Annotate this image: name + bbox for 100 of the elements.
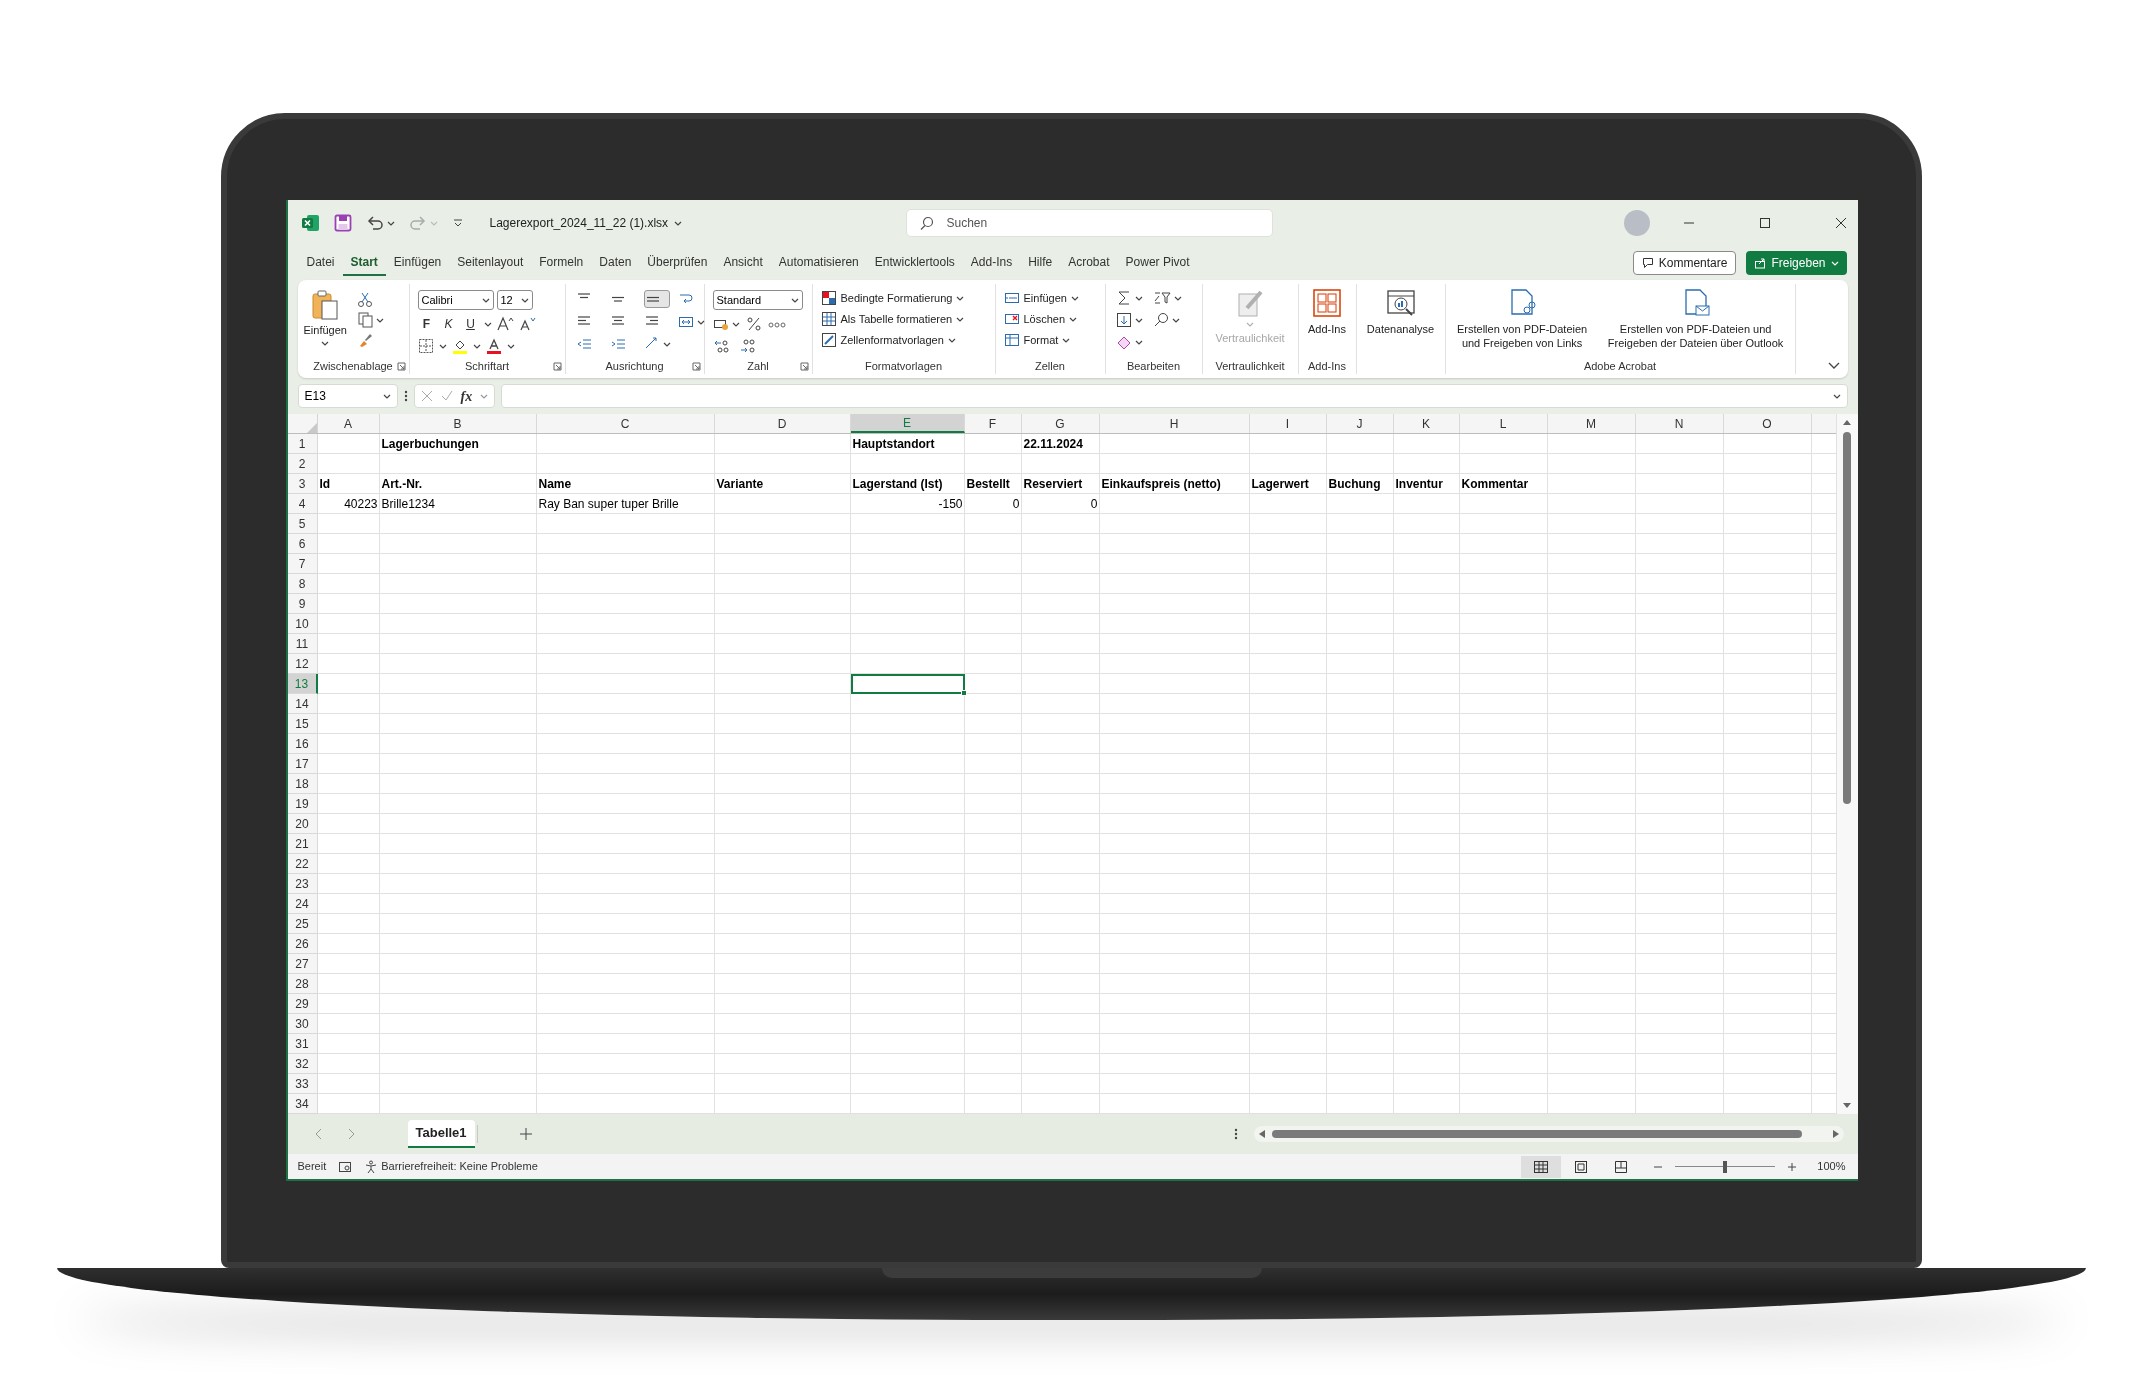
ribbon-tab[interactable]: Automatisieren	[770, 250, 867, 276]
column-header[interactable]: N	[1635, 414, 1724, 433]
normal-view-icon[interactable]	[1521, 1155, 1562, 1178]
row-number[interactable]: 6	[287, 534, 318, 554]
vertical-scrollbar[interactable]	[1835, 414, 1858, 1114]
search-field[interactable]: Suchen	[905, 209, 1273, 237]
decrease-font-icon[interactable]	[517, 316, 536, 332]
column-header[interactable]: A	[317, 414, 380, 433]
ribbon-tab[interactable]: Seitenlayout	[449, 250, 532, 276]
increase-decimal-icon[interactable]	[712, 338, 731, 354]
column-header[interactable]: J	[1326, 414, 1394, 433]
font-size-dropdown[interactable]: 12	[496, 290, 533, 310]
row-number[interactable]: 12	[287, 654, 318, 674]
paste-button[interactable]: Einfügen	[303, 290, 347, 346]
ribbon-tab[interactable]: Einfügen	[385, 250, 450, 276]
create-pdf-button[interactable]: Erstellen von PDF-Dateien und Freigeben von Links	[1449, 288, 1595, 350]
row-number[interactable]: 34	[287, 1094, 318, 1114]
undo-icon[interactable]	[365, 214, 384, 232]
accessibility-icon[interactable]	[364, 1159, 379, 1174]
column-header[interactable]: D	[714, 414, 851, 433]
row-number[interactable]: 2	[287, 454, 318, 474]
data-analysis-button[interactable]: Datenanalyse	[1366, 288, 1435, 336]
row-number[interactable]: 30	[287, 1014, 318, 1034]
eraser-icon[interactable]	[1115, 334, 1132, 350]
row-number[interactable]: 15	[287, 714, 318, 734]
cell-styles-button[interactable]: Zellenformatvorlagen	[820, 331, 995, 349]
conditional-formatting-button[interactable]: Bedingte Formatierung	[820, 289, 995, 307]
underline-button[interactable]: U	[461, 315, 480, 333]
column-header[interactable]: G	[1021, 414, 1100, 433]
scroll-up-icon[interactable]	[1842, 418, 1852, 426]
selected-cell[interactable]	[850, 674, 965, 694]
scroll-left-icon[interactable]	[1257, 1129, 1266, 1139]
more-options-icon[interactable]	[403, 389, 408, 403]
row-number[interactable]: 9	[287, 594, 318, 614]
column-header[interactable]: M	[1547, 414, 1636, 433]
number-format-dropdown[interactable]: Standard	[712, 290, 803, 310]
fill-down-icon[interactable]	[1115, 312, 1132, 328]
maximize-icon[interactable]	[1757, 216, 1772, 230]
close-icon[interactable]	[1833, 216, 1848, 230]
ribbon-tab[interactable]: Entwicklertools	[866, 250, 963, 276]
delete-button[interactable]: Löschen	[1003, 310, 1105, 328]
column-header[interactable]: C	[536, 414, 715, 433]
zoom-level[interactable]: 100%	[1817, 1158, 1846, 1175]
fill-color-icon[interactable]	[451, 338, 468, 354]
row-number[interactable]: 32	[287, 1054, 318, 1074]
row-number[interactable]: 29	[287, 994, 318, 1014]
row-number[interactable]: 19	[287, 794, 318, 814]
row-number[interactable]: 3	[287, 474, 318, 494]
column-header[interactable]: B	[379, 414, 537, 433]
ribbon-tab[interactable]: Power Pivot	[1117, 250, 1198, 276]
row-number[interactable]: 33	[287, 1074, 318, 1094]
row-number[interactable]: 22	[287, 854, 318, 874]
ribbon-tab[interactable]: Acrobat	[1060, 250, 1118, 276]
sort-filter-icon[interactable]	[1152, 290, 1171, 306]
row-number[interactable]: 26	[287, 934, 318, 954]
sheet-tab[interactable]: Tabelle1	[407, 1120, 475, 1148]
more-options-icon[interactable]	[1233, 1127, 1238, 1141]
zoom-slider[interactable]	[1675, 1160, 1776, 1173]
scroll-right-icon[interactable]	[1831, 1129, 1840, 1139]
scrollbar-thumb[interactable]	[1843, 432, 1851, 804]
row-number[interactable]: 5	[287, 514, 318, 534]
scissors-icon[interactable]	[356, 292, 373, 308]
column-header[interactable]: O	[1723, 414, 1812, 433]
collapse-ribbon-icon[interactable]	[1827, 362, 1840, 370]
row-number[interactable]: 13	[287, 674, 318, 694]
macro-recorder-icon[interactable]	[338, 1160, 353, 1173]
check-icon[interactable]	[440, 390, 453, 402]
search-icon[interactable]	[1152, 312, 1169, 328]
add-ins-button[interactable]: Add-Ins	[1307, 288, 1347, 336]
row-number[interactable]: 31	[287, 1034, 318, 1054]
decrease-decimal-icon[interactable]	[738, 338, 757, 354]
ribbon-tab[interactable]: Datei	[298, 250, 343, 276]
dialog-launcher-icon[interactable]	[691, 362, 701, 371]
row-number[interactable]: 28	[287, 974, 318, 994]
row-number[interactable]: 1	[287, 434, 318, 454]
ribbon-tab[interactable]: Hilfe	[1020, 250, 1061, 276]
copy-icon[interactable]	[356, 312, 373, 328]
comments-button[interactable]: Kommentare	[1632, 251, 1737, 275]
zoom-in-icon[interactable]	[1787, 1161, 1798, 1172]
column-header[interactable]: I	[1249, 414, 1327, 433]
column-header[interactable]: H	[1099, 414, 1250, 433]
column-header[interactable]: F	[964, 414, 1022, 433]
row-number[interactable]: 14	[287, 694, 318, 714]
merge-cells-icon[interactable]	[677, 314, 694, 330]
font-name-dropdown[interactable]: Calibri	[417, 290, 494, 310]
column-header[interactable]: E	[850, 414, 965, 433]
insert-button[interactable]: Einfügen	[1003, 289, 1105, 307]
name-box[interactable]: E13	[297, 384, 398, 408]
font-color-icon[interactable]	[485, 338, 502, 354]
dialog-launcher-icon[interactable]	[799, 362, 809, 371]
save-icon[interactable]	[333, 214, 352, 232]
row-number[interactable]: 8	[287, 574, 318, 594]
row-number[interactable]: 4	[287, 494, 318, 514]
file-title[interactable]: Lagerexport_2024_11_22 (1).xlsx	[489, 214, 892, 232]
ribbon-tab[interactable]: Start	[342, 250, 386, 276]
format-as-table-button[interactable]: Als Tabelle formatieren	[820, 310, 995, 328]
ribbon-tab[interactable]: Add-Ins	[962, 250, 1021, 276]
share-button[interactable]: Freigeben	[1746, 251, 1847, 275]
dialog-launcher-icon[interactable]	[396, 362, 406, 371]
row-number[interactable]: 17	[287, 754, 318, 774]
